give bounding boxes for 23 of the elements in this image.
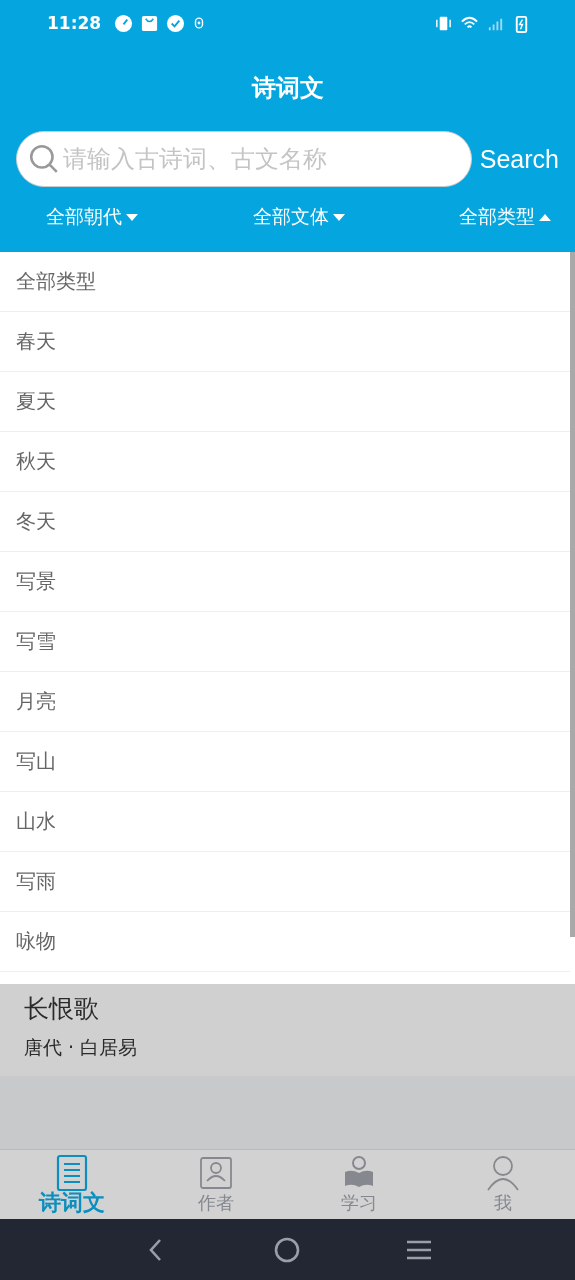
type-option[interactable]: 写雪 (0, 612, 570, 672)
speedometer-icon (114, 13, 134, 33)
page-title: 诗词文 (251, 73, 324, 104)
search-icon (28, 143, 60, 175)
poem-title: 长恨歌 (24, 992, 100, 1025)
status-time: 11:28 (47, 13, 102, 33)
type-option[interactable]: 写山 (0, 732, 570, 792)
type-option[interactable]: 全部类型 (0, 252, 570, 312)
check-icon (166, 13, 186, 33)
scrollbar[interactable] (570, 252, 575, 937)
type-option[interactable]: 山水 (0, 792, 570, 852)
bag-icon (140, 13, 160, 33)
type-option[interactable]: 写景 (0, 552, 570, 612)
poem-author: 唐代 · 白居易 (24, 1034, 139, 1060)
type-option[interactable]: 写雨 (0, 852, 570, 912)
person-icon (486, 1153, 521, 1192)
type-option[interactable]: 秋天 (0, 432, 570, 492)
type-option[interactable]: 冬天 (0, 492, 570, 552)
type-option[interactable]: 夏天 (0, 372, 570, 432)
document-icon (54, 1153, 89, 1192)
search-field[interactable]: 请输入古诗词、古文名称 (16, 131, 472, 187)
type-option[interactable]: 春天 (0, 312, 570, 372)
type-option[interactable]: 月亮 (0, 672, 570, 732)
